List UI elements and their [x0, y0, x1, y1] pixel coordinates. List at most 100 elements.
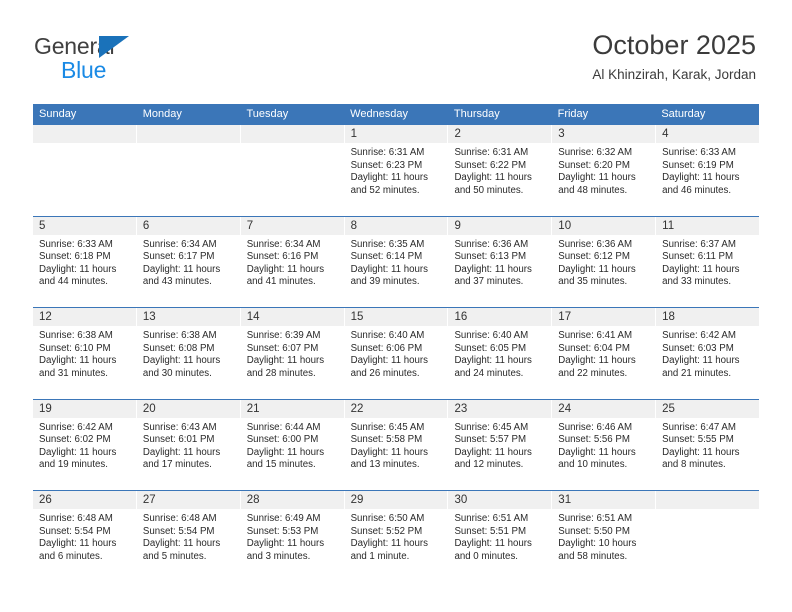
- calendar-day-cell[interactable]: 3 Sunrise: 6:32 AM Sunset: 6:20 PM Daylight…: [552, 125, 657, 216]
- day-details: Sunrise: 6:47 AM Sunset: 5:55 PM Daylight:…: [656, 419, 759, 472]
- calendar-day-cell[interactable]: 16 Sunrise: 6:40 AM Sunset: 6:05 PM Dayligh…: [448, 308, 553, 399]
- day-detail-line: and 31 minutes.: [39, 367, 108, 379]
- day-detail-line: Sunrise: 6:39 AM: [246, 330, 321, 341]
- calendar-week-row: 12 Sunrise: 6:38 AM Sunset: 6:10 PM Dayligh…: [33, 307, 760, 399]
- day-number: 18: [662, 311, 675, 323]
- day-number: 13: [142, 311, 156, 323]
- day-number: 16: [454, 311, 468, 323]
- day-detail-line: Sunrise: 6:31 AM: [350, 147, 425, 158]
- calendar-week-row: 19 Sunrise: 6:42 AM Sunset: 6:02 PM Dayligh…: [33, 398, 760, 491]
- day-number-band: 7: [240, 216, 344, 236]
- day-detail-line: and 12 minutes.: [454, 459, 524, 471]
- day-number-band: 3: [552, 125, 656, 144]
- weekday-header-thursday: Thursday: [453, 108, 500, 120]
- day-detail-line: and 1 minute.: [350, 550, 410, 562]
- day-number-band: 23: [448, 399, 552, 419]
- day-detail-line: Sunset: 5:54 PM: [142, 525, 215, 537]
- day-number: 17: [558, 311, 572, 323]
- calendar-day-cell[interactable]: 12 Sunrise: 6:38 AM Sunset: 6:10 PM Dayligh…: [33, 308, 137, 399]
- day-details: Sunrise: 6:51 AM Sunset: 5:50 PM Daylight:…: [552, 510, 655, 563]
- calendar-day-cell[interactable]: 18 Sunrise: 6:42 AM Sunset: 6:03 PM Dayligh…: [656, 308, 760, 399]
- day-detail-line: Daylight: 11 hours: [454, 355, 532, 367]
- day-details: Sunrise: 6:38 AM Sunset: 6:10 PM Daylight:…: [33, 327, 136, 380]
- calendar-day-cell[interactable]: 28 Sunrise: 6:49 AM Sunset: 5:53 PM Dayligh…: [240, 491, 345, 582]
- calendar-day-cell[interactable]: 2 Sunrise: 6:31 AM Sunset: 6:22 PM Daylight…: [448, 125, 553, 216]
- calendar-day-cell[interactable]: 25 Sunrise: 6:47 AM Sunset: 5:55 PM Dayligh…: [656, 399, 760, 491]
- weekday-header-monday: Monday: [142, 108, 182, 120]
- day-detail-line: Sunset: 6:14 PM: [350, 251, 423, 263]
- day-detail-line: and 50 minutes.: [454, 184, 524, 196]
- day-number-band: [240, 125, 344, 144]
- day-detail-line: Daylight: 11 hours: [142, 538, 221, 550]
- day-detail-line: Daylight: 11 hours: [558, 446, 636, 458]
- calendar-day-cell[interactable]: 30 Sunrise: 6:51 AM Sunset: 5:51 PM Dayligh…: [448, 491, 553, 582]
- day-detail-line: and 17 minutes.: [142, 459, 212, 471]
- calendar-day-cell[interactable]: 11 Sunrise: 6:37 AM Sunset: 6:11 PM Dayligh…: [656, 216, 760, 308]
- calendar-day-cell[interactable]: 9 Sunrise: 6:36 AM Sunset: 6:13 PM Daylight…: [448, 216, 553, 307]
- weekday-header-sunday: Sunday: [39, 108, 77, 120]
- day-detail-line: Sunset: 6:17 PM: [142, 251, 215, 263]
- calendar-weeks: 1 Sunrise: 6:31 AM Sunset: 6:23 PM Daylight…: [33, 125, 760, 582]
- day-detail-line: and 41 minutes.: [246, 276, 316, 288]
- day-detail-line: Sunset: 6:01 PM: [142, 434, 215, 446]
- calendar-day-cell[interactable]: 5 Sunrise: 6:33 AM Sunset: 6:18 PM Daylight…: [33, 216, 137, 307]
- calendar-day-cell[interactable]: 22 Sunrise: 6:45 AM Sunset: 5:58 PM Dayligh…: [344, 399, 449, 490]
- calendar-day-cell[interactable]: 10 Sunrise: 6:36 AM Sunset: 6:12 PM Dayligh…: [552, 216, 657, 307]
- day-number: 26: [39, 494, 52, 506]
- calendar-day-cell[interactable]: 27 Sunrise: 6:48 AM Sunset: 5:54 PM Dayligh…: [136, 491, 241, 582]
- day-detail-line: Daylight: 11 hours: [39, 538, 117, 550]
- day-detail-line: Daylight: 11 hours: [558, 263, 636, 275]
- day-detail-line: Sunrise: 6:48 AM: [39, 513, 113, 524]
- calendar-day-cell[interactable]: 14 Sunrise: 6:39 AM Sunset: 6:07 PM Dayligh…: [240, 308, 345, 399]
- calendar-day-cell[interactable]: 21 Sunrise: 6:44 AM Sunset: 6:00 PM Dayligh…: [240, 399, 345, 490]
- calendar-day-cell[interactable]: 7 Sunrise: 6:34 AM Sunset: 6:16 PM Daylight…: [240, 216, 345, 307]
- day-detail-line: Daylight: 11 hours: [350, 172, 428, 184]
- day-detail-line: Sunrise: 6:51 AM: [454, 513, 529, 524]
- calendar-day-cell[interactable]: 29 Sunrise: 6:50 AM Sunset: 5:52 PM Dayligh…: [344, 491, 449, 582]
- calendar-day-cell[interactable]: 6 Sunrise: 6:34 AM Sunset: 6:17 PM Daylight…: [136, 216, 241, 307]
- day-detail-line: Daylight: 11 hours: [39, 355, 117, 367]
- calendar-day-cell[interactable]: 15 Sunrise: 6:40 AM Sunset: 6:06 PM Dayligh…: [344, 308, 449, 399]
- day-number: 9: [454, 219, 461, 232]
- day-number: 19: [39, 402, 52, 415]
- calendar-day-cell[interactable]: 8 Sunrise: 6:35 AM Sunset: 6:14 PM Daylight…: [344, 216, 449, 307]
- calendar-day-cell[interactable]: 17 Sunrise: 6:41 AM Sunset: 6:04 PM Dayligh…: [552, 308, 657, 399]
- day-number: 4: [662, 128, 669, 140]
- day-number-band: 28: [240, 491, 344, 510]
- day-details: Sunrise: 6:43 AM Sunset: 6:01 PM Daylight:…: [137, 419, 240, 472]
- day-detail-line: Sunrise: 6:46 AM: [558, 421, 633, 433]
- calendar-day-cell[interactable]: 23 Sunrise: 6:45 AM Sunset: 5:57 PM Dayligh…: [448, 399, 553, 490]
- calendar-day-cell[interactable]: 1 Sunrise: 6:31 AM Sunset: 6:23 PM Daylight…: [344, 125, 449, 216]
- day-detail-line: Sunrise: 6:31 AM: [454, 147, 529, 158]
- day-number-band: 13: [136, 308, 240, 327]
- day-detail-line: Sunset: 5:56 PM: [558, 434, 630, 446]
- day-detail-line: Daylight: 10 hours: [558, 538, 637, 550]
- day-detail-line: Sunrise: 6:37 AM: [662, 238, 736, 250]
- day-detail-line: and 10 minutes.: [558, 459, 628, 471]
- day-detail-line: Sunset: 6:07 PM: [246, 342, 319, 354]
- day-detail-line: Sunrise: 6:45 AM: [350, 421, 425, 433]
- calendar-day-cell[interactable]: 13 Sunrise: 6:38 AM Sunset: 6:08 PM Dayligh…: [136, 308, 241, 399]
- calendar-day-cell[interactable]: 20 Sunrise: 6:43 AM Sunset: 6:01 PM Dayligh…: [136, 399, 241, 490]
- calendar-day-cell-empty: [240, 125, 345, 216]
- calendar-day-cell[interactable]: 31 Sunrise: 6:51 AM Sunset: 5:50 PM Dayligh…: [552, 491, 657, 582]
- day-number: 31: [558, 494, 572, 506]
- calendar-day-cell[interactable]: 19 Sunrise: 6:42 AM Sunset: 6:02 PM Dayligh…: [33, 399, 137, 490]
- day-detail-line: Sunrise: 6:33 AM: [662, 147, 736, 158]
- day-detail-line: Sunrise: 6:36 AM: [558, 238, 633, 250]
- page-subtitle: Al Khinzirah, Karak, Jordan: [592, 67, 756, 82]
- day-number-band: [656, 491, 760, 510]
- calendar-day-cell[interactable]: 4 Sunrise: 6:33 AM Sunset: 6:19 PM Daylight…: [656, 125, 760, 216]
- calendar-day-cell[interactable]: 24 Sunrise: 6:46 AM Sunset: 5:56 PM Dayligh…: [552, 399, 657, 490]
- day-number-band: 26: [33, 491, 136, 510]
- day-detail-line: and 13 minutes.: [350, 459, 420, 471]
- day-number-band: 9: [448, 216, 552, 236]
- day-details: Sunrise: 6:35 AM Sunset: 6:14 PM Daylight:…: [345, 236, 448, 289]
- day-detail-line: Sunset: 6:04 PM: [558, 342, 630, 354]
- day-detail-line: and 39 minutes.: [350, 276, 420, 288]
- day-detail-line: Daylight: 11 hours: [246, 538, 325, 550]
- day-detail-line: Daylight: 11 hours: [558, 355, 636, 367]
- calendar-day-cell[interactable]: 26 Sunrise: 6:48 AM Sunset: 5:54 PM Dayligh…: [33, 491, 137, 582]
- day-detail-line: Sunset: 6:10 PM: [39, 342, 111, 354]
- day-details: [656, 510, 759, 513]
